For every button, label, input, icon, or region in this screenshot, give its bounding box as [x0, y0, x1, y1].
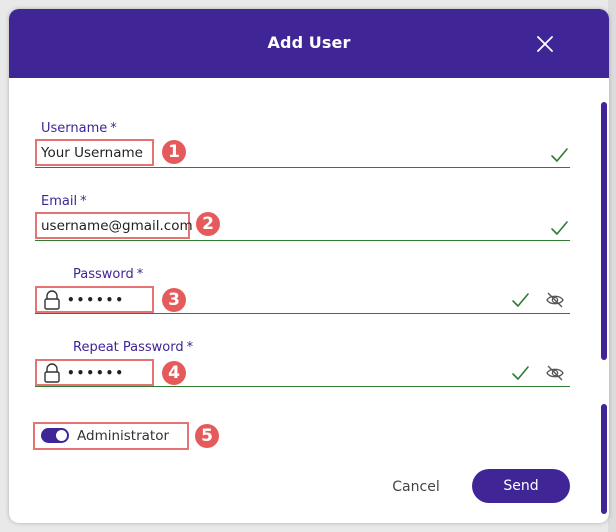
close-button[interactable]: [534, 33, 556, 55]
email-label: Email *: [41, 194, 87, 209]
toggle-knob: [56, 430, 67, 441]
backdrop: [608, 0, 616, 532]
checkmark-icon: [512, 293, 529, 307]
repeat-password-value: ••••••: [67, 365, 126, 380]
email-label-text: Email: [41, 194, 78, 209]
repeat-password-label-text: Repeat Password: [73, 340, 184, 355]
repeat-password-underline: [35, 386, 570, 387]
required-mark: *: [80, 194, 87, 209]
dialog-title: Add User: [267, 33, 351, 52]
username-value: Your Username: [41, 144, 143, 161]
required-mark: *: [110, 121, 117, 136]
username-label: Username *: [41, 121, 117, 136]
eye-off-icon[interactable]: [545, 363, 565, 383]
username-input[interactable]: Your Username: [35, 139, 154, 166]
dialog-header: Add User: [9, 9, 609, 78]
administrator-label: Administrator: [77, 428, 170, 444]
eye-off-icon[interactable]: [545, 290, 565, 310]
password-label-text: Password: [73, 267, 134, 282]
password-input[interactable]: ••••••: [35, 286, 154, 313]
required-mark: *: [186, 340, 194, 355]
repeat-password-label: Repeat Password *: [73, 340, 193, 355]
email-input[interactable]: username@gmail.com: [35, 212, 193, 239]
lock-icon: [44, 362, 60, 383]
checkmark-icon: [551, 148, 568, 162]
add-user-dialog: Add User Username * Your Username 1 Email…: [9, 9, 609, 523]
scrollbar-track-segment: [601, 404, 607, 514]
username-label-text: Username: [41, 121, 108, 136]
annotation-badge-2: 2: [196, 212, 220, 236]
password-value: ••••••: [67, 292, 126, 307]
checkmark-icon: [551, 221, 568, 235]
email-underline: [35, 240, 570, 241]
required-mark: *: [136, 267, 144, 282]
close-icon: [537, 36, 553, 52]
annotation-badge-5: 5: [195, 424, 219, 448]
username-underline: [35, 167, 570, 168]
annotation-badge-4: 4: [162, 361, 186, 385]
lock-icon: [44, 289, 60, 310]
password-underline: [35, 313, 570, 314]
annotation-badge-1: 1: [162, 140, 186, 164]
cancel-button[interactable]: Cancel: [384, 477, 448, 497]
checkmark-icon: [512, 366, 529, 380]
password-label: Password *: [73, 267, 143, 282]
annotation-badge-3: 3: [162, 288, 186, 312]
send-button[interactable]: Send: [472, 469, 570, 503]
administrator-toggle[interactable]: [41, 428, 69, 443]
scrollbar-thumb[interactable]: [601, 102, 607, 360]
email-value: username@gmail.com: [41, 217, 193, 234]
repeat-password-input[interactable]: ••••••: [35, 359, 154, 386]
